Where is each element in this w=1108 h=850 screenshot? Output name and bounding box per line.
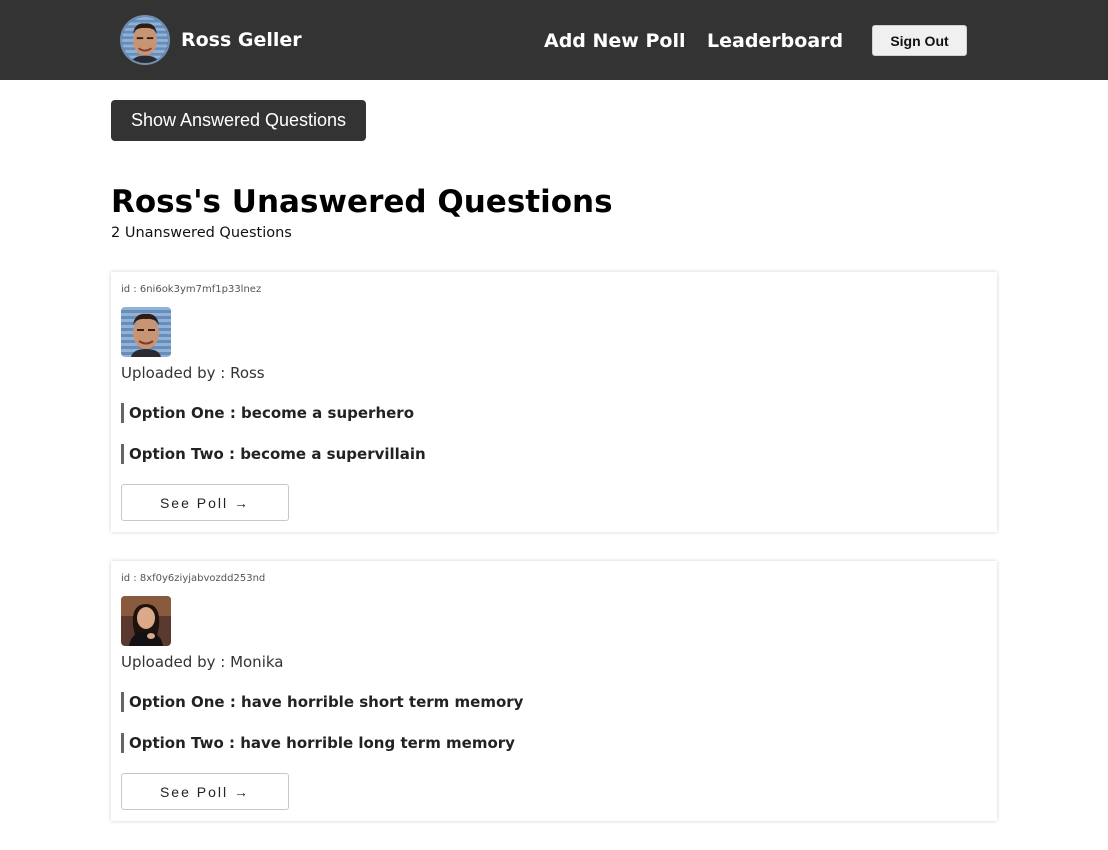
option-two: Option Two : become a supervillain xyxy=(121,444,426,464)
user-avatar xyxy=(120,15,170,65)
top-navbar: Ross Geller Add New Poll Leaderboard Sig… xyxy=(0,0,1108,80)
option-two: Option Two : have horrible long term mem… xyxy=(121,733,515,753)
user-name: Ross Geller xyxy=(181,29,302,51)
option-one: Option One : have horrible short term me… xyxy=(121,692,523,712)
show-answered-questions-button[interactable]: Show Answered Questions xyxy=(111,100,366,141)
question-card: id : 6ni6ok3ym7mf1p33lnez Uploaded by : … xyxy=(111,272,997,532)
uploaded-by: Uploaded by : Ross xyxy=(121,364,265,382)
question-id: id : 8xf0y6ziyjabvozdd253nd xyxy=(121,573,266,584)
question-id: id : 6ni6ok3ym7mf1p33lnez xyxy=(121,284,262,295)
page-title: Ross's Unaswered Questions xyxy=(111,184,613,220)
question-card: id : 8xf0y6ziyjabvozdd253nd Uploaded by … xyxy=(111,561,997,821)
current-user: Ross Geller xyxy=(120,15,302,65)
author-avatar xyxy=(121,307,171,357)
see-poll-button[interactable]: See Poll → xyxy=(121,773,289,810)
option-one: Option One : become a superhero xyxy=(121,403,414,423)
nav-leaderboard[interactable]: Leaderboard xyxy=(707,29,843,53)
question-count: 2 Unanswered Questions xyxy=(111,225,292,241)
nav-add-new-poll[interactable]: Add New Poll xyxy=(544,29,685,53)
author-avatar xyxy=(121,596,171,646)
uploaded-by: Uploaded by : Monika xyxy=(121,653,284,671)
sign-out-button[interactable]: Sign Out xyxy=(872,25,967,56)
see-poll-button[interactable]: See Poll → xyxy=(121,484,289,521)
